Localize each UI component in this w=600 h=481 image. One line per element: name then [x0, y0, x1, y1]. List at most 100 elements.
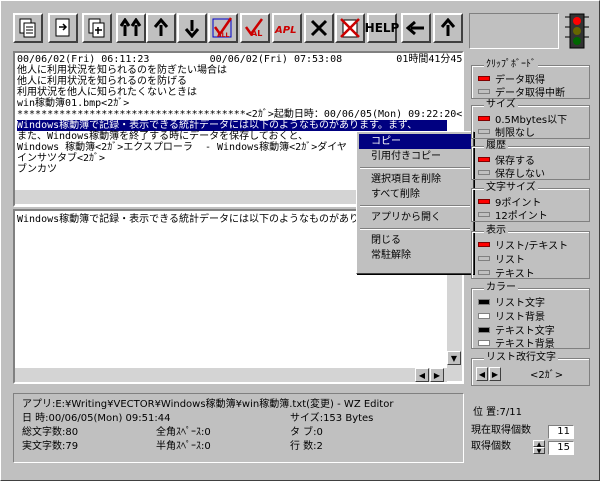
- back-button[interactable]: [401, 13, 431, 43]
- svg-text:AL: AL: [251, 29, 262, 38]
- svg-text:APL: APL: [274, 25, 296, 36]
- delete-all-button[interactable]: [335, 13, 365, 43]
- check-all-icon: ALL: [212, 17, 233, 39]
- preview-hscrollbar[interactable]: ◀ ▶: [15, 368, 447, 382]
- check-all-button[interactable]: ALL: [208, 13, 238, 43]
- preview-text: Windows稼動簿で記録・表示できる統計データには以下のようなものがあります。: [17, 214, 388, 225]
- color-swatch: [478, 339, 490, 346]
- linebreak-next-button[interactable]: ▶: [489, 367, 501, 381]
- led-indicator: [478, 129, 490, 134]
- option-text-bg-color[interactable]: テキスト背景: [478, 335, 555, 350]
- spin-down-button[interactable]: ▼: [533, 447, 545, 455]
- status-panel: アプリ:E:¥Writing¥VECTOR¥Windows稼動簿¥win稼動簿.…: [13, 393, 464, 463]
- menu-item[interactable]: すべて削除: [359, 187, 471, 202]
- acquire-count-value[interactable]: 15: [548, 441, 574, 455]
- top-button[interactable]: [116, 13, 146, 43]
- menu-item[interactable]: 選択項目を削除: [359, 172, 471, 187]
- scroll-right-button[interactable]: ▶: [430, 368, 444, 382]
- led-indicator: [478, 89, 490, 94]
- menu-separator: [360, 167, 470, 169]
- check-al-button[interactable]: AL: [240, 13, 270, 43]
- list-item[interactable]: 他人に利用状況を知られるのを防ぎたい場合は: [17, 65, 447, 76]
- option-label: リスト: [495, 255, 525, 266]
- option-text[interactable]: テキスト: [478, 265, 535, 280]
- color-swatch: [478, 312, 490, 319]
- down-arrow-icon: [184, 20, 200, 38]
- group-title: カラー: [484, 282, 518, 293]
- group-title: リスト改行文字: [484, 352, 558, 363]
- color-swatch: [478, 326, 490, 333]
- option-list-bg-color[interactable]: リスト背景: [478, 308, 545, 323]
- list-item[interactable]: Windows稼動簿で記録・表示できる統計データには以下のようなものがあります。…: [17, 120, 447, 131]
- status-halfwidth-spaces: 半角ｽﾍﾟｰｽ:0: [156, 441, 211, 452]
- paste-into-button[interactable]: [48, 13, 78, 43]
- option-label: 保存しない: [495, 169, 545, 180]
- menu-item[interactable]: 常駐解除: [359, 248, 471, 263]
- linebreak-prev-button[interactable]: ◀: [476, 367, 488, 381]
- context-menu: コピー 引用付きコピー 選択項目を削除 すべて削除アプリから開く 閉じる 常駐解除: [356, 131, 474, 274]
- x-icon: [310, 19, 328, 37]
- option-list-text-color[interactable]: リスト文字: [478, 294, 545, 309]
- add-button[interactable]: [82, 13, 112, 43]
- delete-all-icon: [340, 18, 360, 38]
- delete-button[interactable]: [304, 13, 334, 43]
- doc-plus-icon: [88, 18, 105, 38]
- scroll-left-button[interactable]: ◀: [415, 368, 429, 382]
- group-clipboard: ｸﾘｯﾌﾟﾎﾞｰﾄﾞ データ取得 データ取得中断: [471, 59, 590, 99]
- group-title: サイズ: [484, 99, 518, 110]
- double-up-arrow-icon: [120, 18, 142, 36]
- list-item[interactable]: 利用状況を他人に知られたくないときは: [17, 87, 447, 98]
- group-linebreak: リスト改行文字 ◀ ▶ <2ｶﾞ>: [471, 352, 590, 386]
- down-button[interactable]: [177, 13, 207, 43]
- led-indicator: [478, 170, 490, 175]
- option-label: テキスト: [495, 269, 535, 280]
- option-list[interactable]: リスト: [478, 251, 525, 266]
- scroll-down-button[interactable]: ▼: [447, 351, 461, 365]
- menu-item[interactable]: 引用付きコピー: [359, 149, 471, 164]
- status-time: 日 時:00/06/05(Mon) 09:51:44: [22, 413, 171, 424]
- group-title: ｸﾘｯﾌﾟﾎﾞｰﾄﾞ: [484, 59, 538, 70]
- group-title: 表示: [484, 225, 508, 236]
- option-label: リスト文字: [495, 298, 545, 309]
- color-swatch: [478, 298, 490, 305]
- apl-button[interactable]: APL: [272, 13, 302, 43]
- status-fullwidth-spaces: 全角ｽﾍﾟｰｽ:0: [156, 427, 211, 438]
- spin-up-button[interactable]: ▲: [533, 440, 545, 448]
- list-item[interactable]: 00/06/02(Fri) 06:11:23 00/06/02(Fri) 07:…: [17, 54, 462, 65]
- menu-item[interactable]: 閉じる: [359, 233, 471, 248]
- traffic-light-icon: [565, 13, 589, 49]
- toolbar-spacer-panel: [469, 13, 559, 49]
- group-size: サイズ 0.5Mbytes以下 制限なし: [471, 99, 590, 139]
- linebreak-value: <2ｶﾞ>: [530, 370, 564, 381]
- menu-separator: [360, 228, 470, 230]
- option-12pt[interactable]: 12ポイント: [478, 207, 548, 222]
- position-readout: 位 置:7/11: [473, 407, 523, 418]
- list-item[interactable]: **************************************<2…: [17, 109, 462, 120]
- status-app: アプリ:E:¥Writing¥VECTOR¥Windows稼動簿¥win稼動簿.…: [22, 399, 394, 410]
- option-label: リスト背景: [495, 312, 545, 323]
- option-stop-get-data[interactable]: データ取得中断: [478, 84, 565, 99]
- list-item[interactable]: win稼動簿01.bmp<2ｶﾞ>: [17, 98, 447, 109]
- led-indicator: [478, 157, 490, 162]
- led-indicator: [478, 116, 490, 121]
- led-indicator: [478, 199, 490, 204]
- option-no-limit[interactable]: 制限なし: [478, 124, 535, 139]
- list-item[interactable]: 他人に利用状況を知られるのを防げる: [17, 76, 447, 87]
- menu-item[interactable]: アプリから開く: [359, 210, 471, 225]
- led-indicator: [478, 270, 490, 275]
- option-list-text[interactable]: リスト/テキスト: [478, 237, 568, 252]
- help-button[interactable]: HELP: [365, 13, 399, 43]
- led-indicator: [478, 256, 490, 261]
- up2-button[interactable]: [433, 13, 463, 43]
- acquire-count-spinner[interactable]: ▲ ▼: [533, 440, 545, 455]
- status-tabs: タ ブ:0: [290, 427, 323, 438]
- up-button[interactable]: [146, 13, 176, 43]
- copy-button[interactable]: [13, 13, 43, 43]
- menu-item[interactable]: コピー: [359, 134, 471, 149]
- option-no-save[interactable]: 保存しない: [478, 165, 545, 180]
- doc-arrow-icon: [55, 18, 70, 37]
- status-total-chars: 総文字数:80: [22, 427, 79, 438]
- led-indicator: [478, 76, 490, 81]
- group-color: カラー リスト文字 リスト背景 テキスト文字 テキスト背景: [471, 282, 590, 350]
- option-label: 12ポイント: [495, 211, 548, 222]
